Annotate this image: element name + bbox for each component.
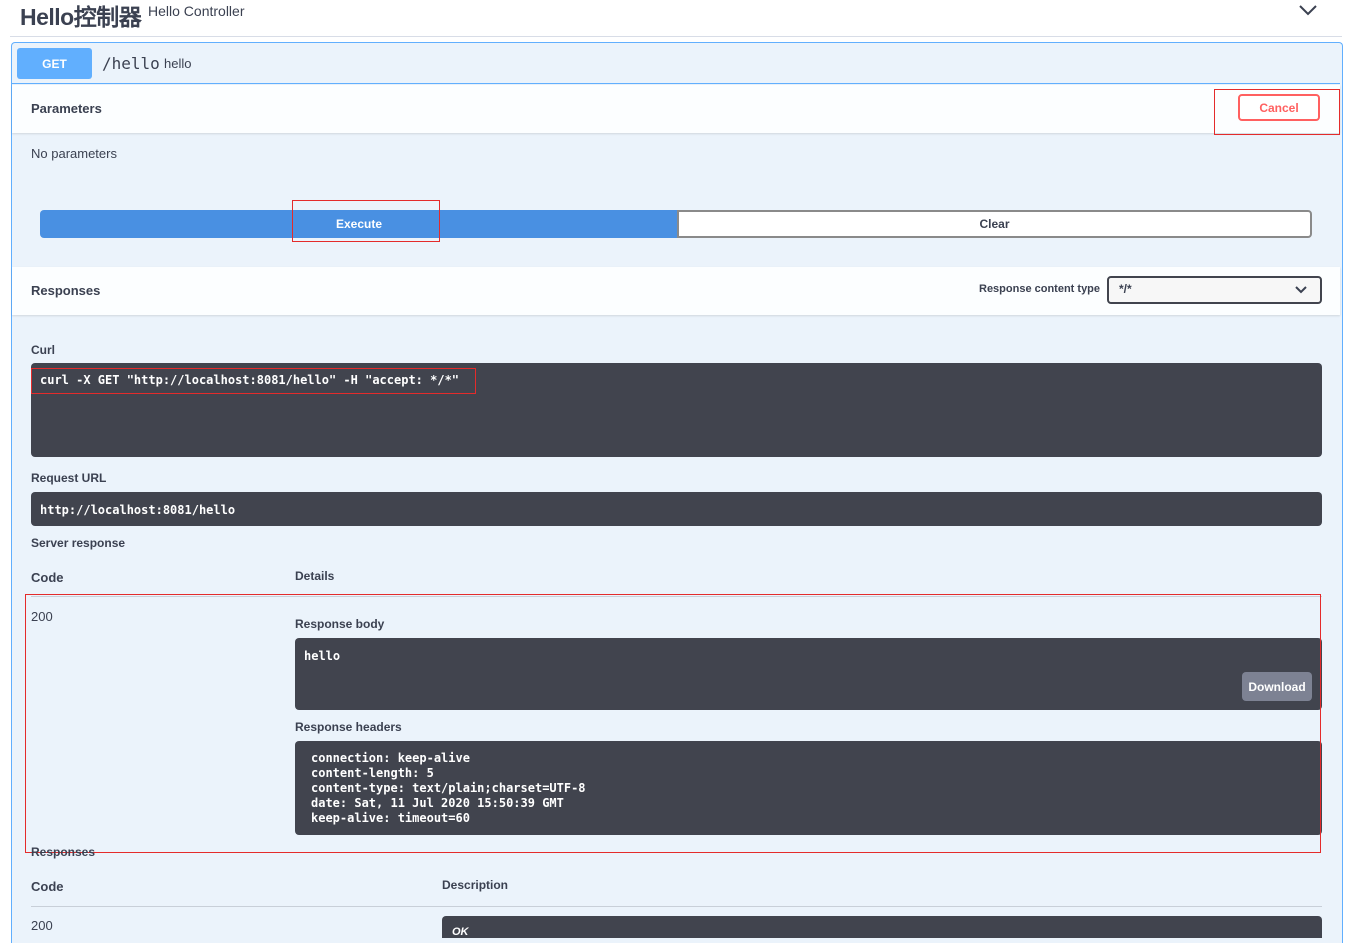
highlight-server-response [25,594,1321,853]
operation-summary[interactable]: hello [164,56,191,71]
no-parameters-text: No parameters [31,146,117,161]
tag-description: Hello Controller [148,3,245,19]
tag-divider [10,36,1342,37]
responses-table-divider [31,906,1322,907]
table-row-description-block: OK [442,916,1322,938]
table-row-code: 200 [31,918,53,933]
highlight-curl [31,368,476,394]
response-content-type-value: */* [1119,282,1132,296]
curl-label: Curl [31,343,55,357]
parameters-title: Parameters [31,101,102,116]
tag-title[interactable]: Hello控制器 [20,0,142,32]
server-response-label: Server response [31,536,126,550]
chevron-down-icon [1295,286,1307,294]
parameters-header [12,85,1340,133]
highlight-cancel [1214,89,1340,135]
operation-path[interactable]: /hello [102,54,160,73]
chevron-down-icon[interactable] [1297,2,1319,18]
clear-button[interactable]: Clear [677,210,1312,238]
responses-table-label: Responses [31,845,96,859]
method-badge[interactable]: GET [17,48,92,79]
response-content-type-select[interactable]: */* [1107,276,1322,304]
response-content-type-label: Response content type [979,283,1101,295]
summary-divider [12,83,1340,84]
responses-description-header: Description [442,878,509,892]
table-row-description: OK [452,926,469,938]
request-url-block: http://localhost:8081/hello [31,492,1322,526]
request-url-label: Request URL [31,471,107,485]
responses-code-header: Code [31,879,64,894]
highlight-execute [292,200,440,242]
request-url-value[interactable]: http://localhost:8081/hello [40,503,235,517]
responses-title: Responses [31,283,101,298]
details-header: Details [295,569,335,583]
code-header: Code [31,570,64,585]
